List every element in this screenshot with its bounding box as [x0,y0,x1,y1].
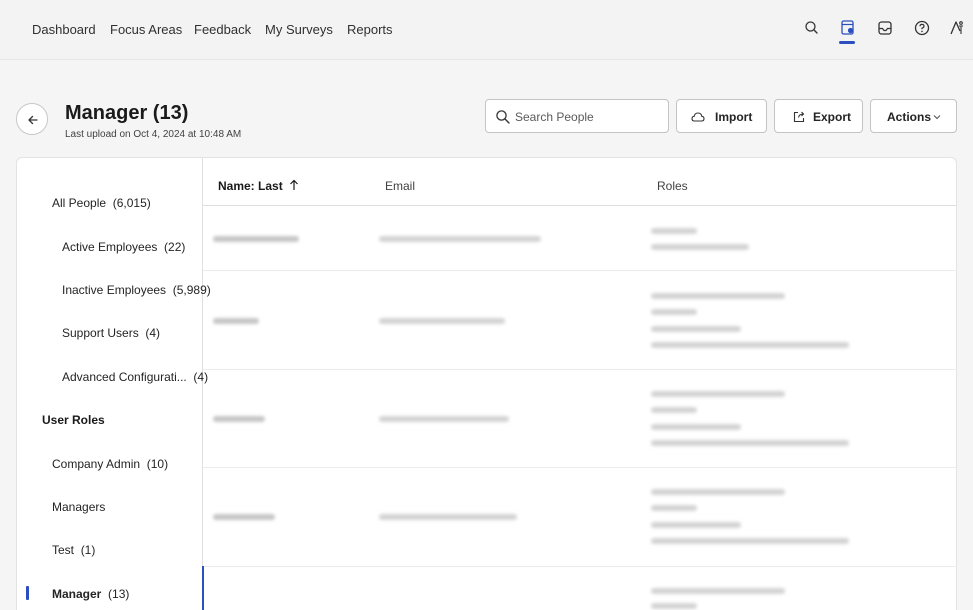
actions-dropdown-label: Actions [887,110,932,124]
arrow-left-icon [28,115,38,125]
redacted-role [651,293,785,299]
sidebar-item-advanced-configuration[interactable]: Advanced Configurati... (4) [62,370,208,384]
sidebar-item-count: (5,989) [172,283,211,297]
sidebar-item-count: (6,015) [112,196,151,210]
sidebar-item-label: Active Employees [62,240,158,254]
export-button-label: Export [813,110,852,124]
redacted-name [213,514,275,520]
sidebar-item-manager[interactable]: Manager (13) [52,587,129,601]
nav-focus-areas[interactable]: Focus Areas [110,22,182,37]
sidebar-item-label: Company Admin [52,457,141,471]
column-header-email[interactable]: Email [385,179,415,193]
sidebar-item-count: (22) [164,240,186,254]
column-header-roles[interactable]: Roles [657,179,688,193]
column-header-label: Name: Last [218,179,283,193]
sidebar-item-label: All People [52,196,107,210]
redacted-role [651,391,785,397]
search-icon [496,110,510,124]
column-header-name-last[interactable]: Name: Last [218,179,299,193]
search-box[interactable] [485,99,669,133]
sort-ascending-icon [290,179,298,190]
redacted-role [651,603,697,609]
last-upload-text: Last upload on Oct 4, 2024 at 10:48 AM [65,129,242,140]
sidebar-item-label: Manager [52,587,102,601]
redacted-email [379,318,505,324]
back-button[interactable] [16,103,48,135]
cloud-icon [691,112,705,122]
redacted-name [213,318,259,324]
row-divider [203,270,957,271]
redacted-email [379,514,517,520]
redacted-name [213,236,299,242]
filter-sidebar [17,158,203,610]
table-header-divider [203,205,957,206]
sidebar-item-count: (4) [145,326,161,340]
redacted-name [213,416,265,422]
import-button[interactable]: Import [676,99,767,133]
nav-dashboard[interactable]: Dashboard [32,22,96,37]
redacted-role [651,522,741,528]
chevron-down-icon [933,115,941,120]
import-button-label: Import [715,110,753,124]
sidebar-item-label: Test [52,543,75,557]
selected-item-indicator [26,586,29,600]
redacted-role [651,424,741,430]
sidebar-item-company-admin[interactable]: Company Admin (10) [52,457,168,471]
redacted-role [651,244,749,250]
share-icon [793,111,805,123]
redacted-role [651,228,697,234]
sidebar-item-active-employees[interactable]: Active Employees (22) [62,240,185,254]
sidebar-item-label: Advanced Configurati... [62,370,187,384]
nav-reports[interactable]: Reports [347,22,393,37]
row-divider [203,566,957,567]
redacted-role [651,538,849,544]
sidebar-item-support-users[interactable]: Support Users (4) [62,326,160,340]
page-title: Manager (13) [65,102,189,124]
survey-preview-icon[interactable] [838,18,858,38]
sidebar-item-label: Managers [52,500,106,514]
redacted-role [651,588,785,594]
export-button[interactable]: Export [774,99,863,133]
sidebar-section-user-roles: User Roles [42,413,105,427]
sidebar-item-inactive-employees[interactable]: Inactive Employees (5,989) [62,283,211,297]
redacted-role [651,407,697,413]
top-nav-bar: Dashboard Focus Areas Feedback My Survey… [0,0,973,60]
redacted-role [651,505,697,511]
row-divider [203,467,957,468]
inbox-icon[interactable] [875,18,895,38]
accessibility-icon[interactable] [947,18,967,38]
redacted-email [379,236,541,242]
sidebar-item-all-people[interactable]: All People (6,015) [52,196,151,210]
active-nav-indicator [839,41,855,44]
help-icon[interactable] [912,18,932,38]
sidebar-item-count: (4) [193,370,209,384]
row-divider [203,369,957,370]
sidebar-item-label: Inactive Employees [62,283,167,297]
search-people-input[interactable] [515,108,663,125]
sidebar-item-count: (10) [146,457,169,471]
redacted-role [651,342,849,348]
sidebar-item-count: (1) [80,543,96,557]
sidebar-item-count: (13) [108,587,130,601]
redacted-email [379,416,509,422]
nav-feedback[interactable]: Feedback [194,22,251,37]
redacted-role [651,309,697,315]
redacted-role [651,489,785,495]
actions-dropdown[interactable]: Actions [870,99,957,133]
sidebar-item-test[interactable]: Test (1) [52,543,95,557]
sidebar-item-managers[interactable]: Managers [52,500,105,514]
redacted-role [651,440,849,446]
redacted-role [651,326,741,332]
row-focus-indicator [202,566,204,610]
nav-my-surveys[interactable]: My Surveys [265,22,333,37]
search-icon[interactable] [802,18,822,38]
sidebar-item-label: Support Users [62,326,139,340]
